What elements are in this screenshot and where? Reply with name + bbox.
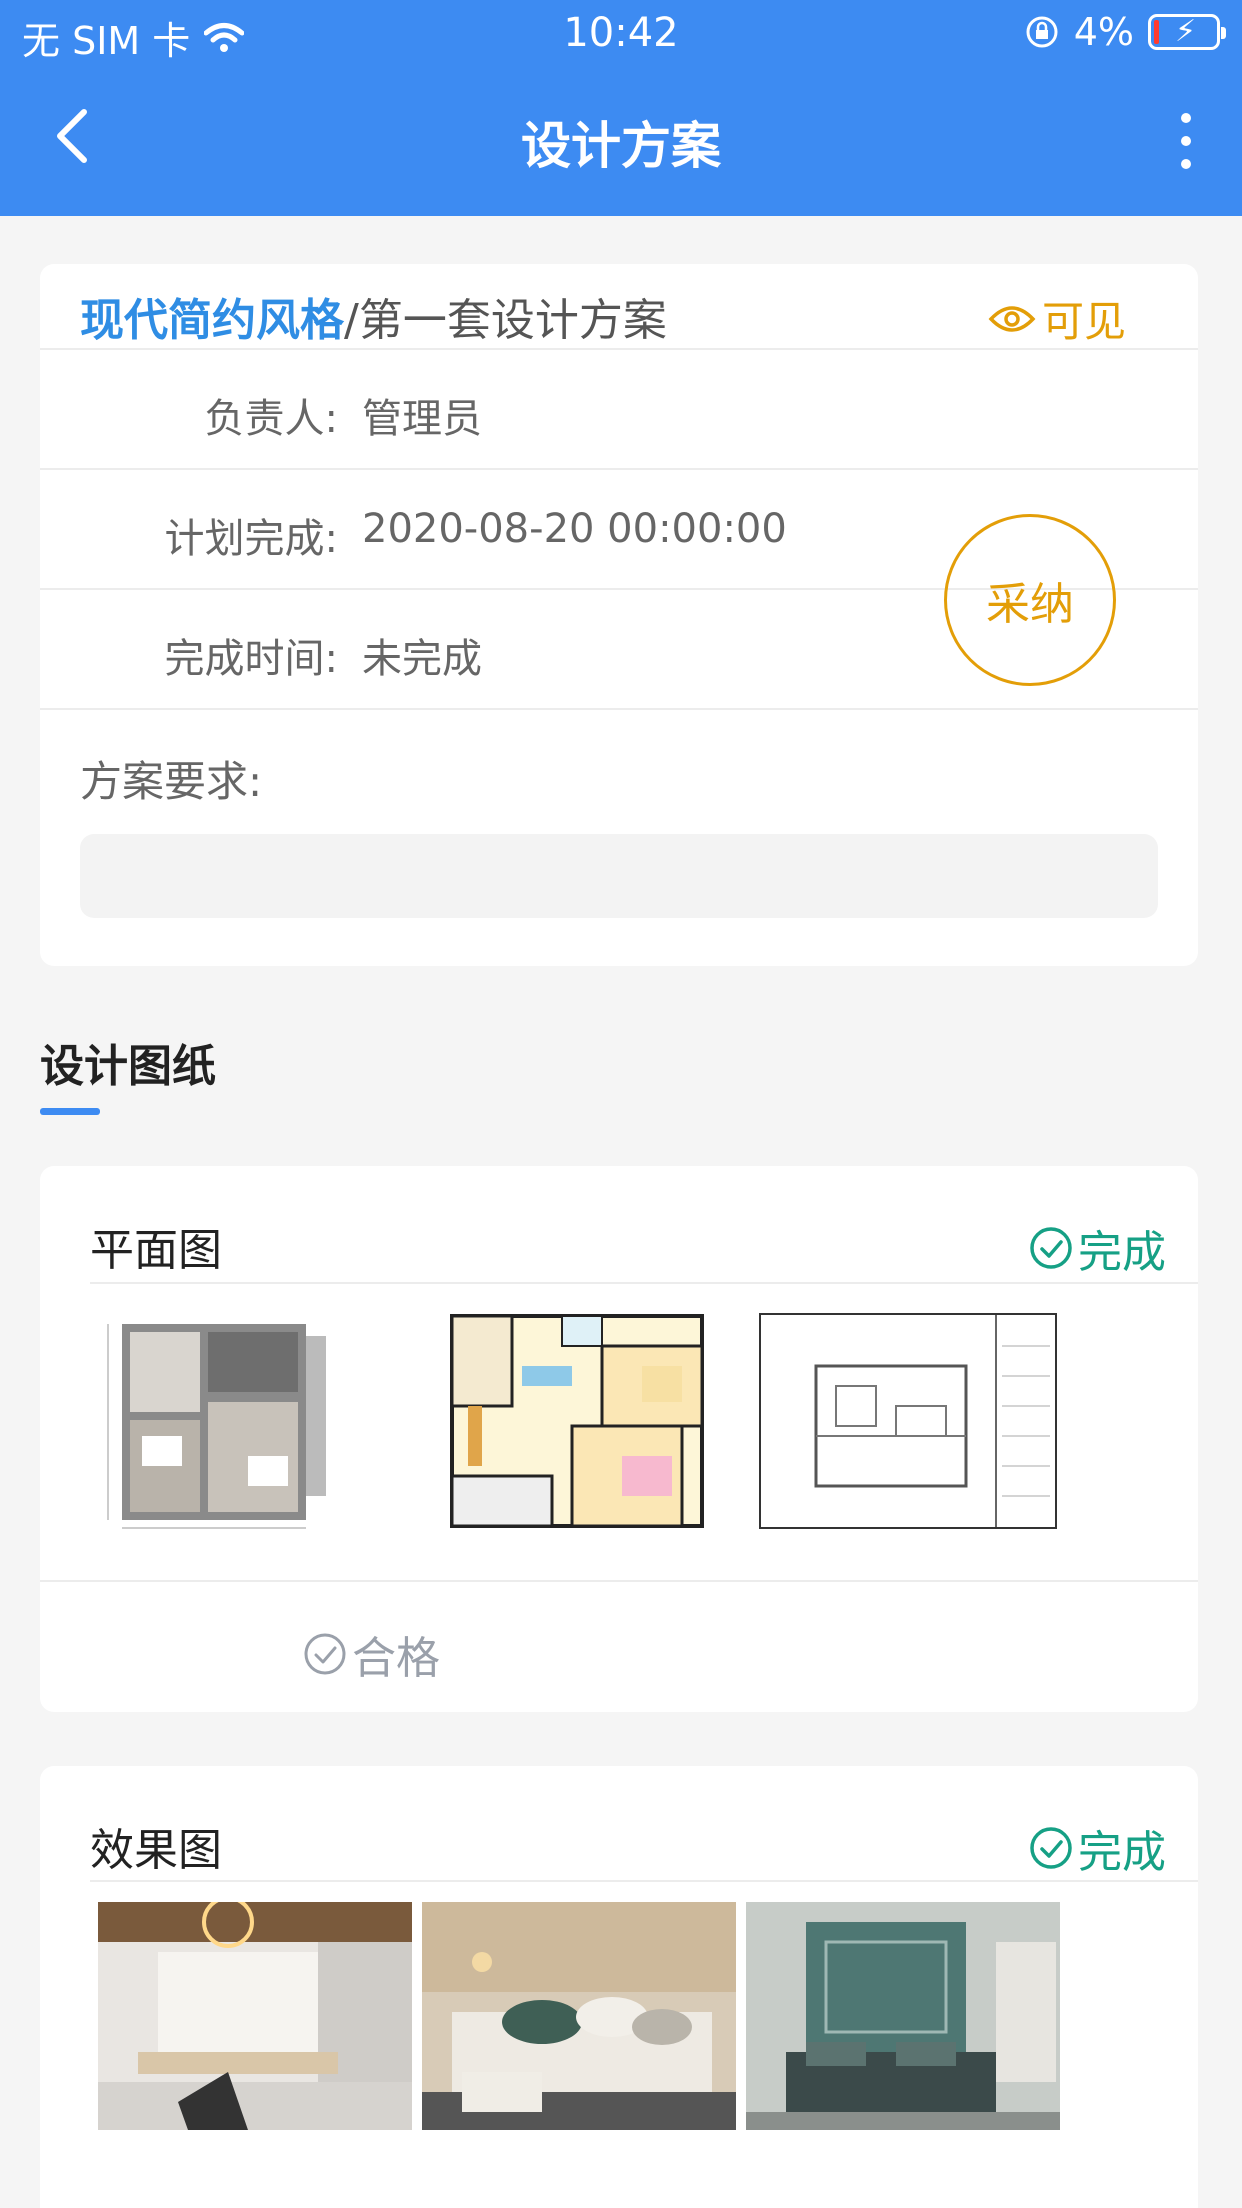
- inspection-row: 合格: [40, 1580, 1198, 1712]
- bedroom-render-thumbnail[interactable]: [422, 1902, 736, 2130]
- battery-percent: 4%: [1073, 10, 1134, 54]
- inspection-badge: 合格: [302, 1622, 440, 1686]
- check-circle-icon: [304, 1633, 346, 1675]
- section-title: 设计图纸: [40, 1041, 216, 1092]
- kitchen-render-thumbnail[interactable]: [98, 1902, 412, 2130]
- adopt-button[interactable]: 采纳: [944, 514, 1116, 686]
- drawing-card-floor-plan[interactable]: 平面图 完成 合格: [40, 1166, 1198, 1712]
- image-gallery: [98, 1306, 1060, 1534]
- app-header: 无 SIM 卡 10:42 4% ⚡ 设计方案: [0, 0, 1242, 216]
- info-row-owner: 负责人: 管理员: [204, 396, 482, 442]
- requirement-label: 方案要求:: [80, 757, 263, 806]
- section-underline: [40, 1108, 100, 1115]
- card-title: 效果图: [90, 1825, 222, 1876]
- requirement-content: [80, 834, 1158, 918]
- more-menu-icon[interactable]: [1166, 106, 1206, 176]
- divider: [90, 1880, 1198, 1882]
- status-badge: 完成: [1028, 1216, 1166, 1280]
- teal-bedroom-render-thumbnail[interactable]: [746, 1902, 1060, 2130]
- eye-icon: [988, 305, 1036, 332]
- navigation-bar: 设计方案: [0, 66, 1242, 216]
- image-gallery: [98, 1902, 1060, 2130]
- scheme-info-card: 现代简约风格/第一套设计方案 可见 负责人: 管理员 计划完成: 2020-08…: [40, 264, 1198, 966]
- drawing-card-rendering[interactable]: 效果图 完成: [40, 1766, 1198, 2208]
- scheme-title: 现代简约风格/第一套设计方案: [80, 295, 667, 346]
- check-circle-icon: [1030, 1227, 1072, 1269]
- divider: [90, 1282, 1198, 1284]
- page-title: 设计方案: [521, 117, 721, 175]
- visibility-toggle[interactable]: 可见: [988, 288, 1126, 349]
- scheme-style: 现代简约风格: [80, 295, 344, 346]
- check-circle-icon: [1030, 1827, 1072, 1869]
- rotation-lock-icon: [1026, 16, 1058, 48]
- status-bar: 无 SIM 卡 10:42 4% ⚡: [0, 0, 1242, 66]
- divider: [40, 708, 1198, 710]
- floor-plan-rendered-thumbnail[interactable]: [98, 1306, 412, 1534]
- visibility-label: 可见: [1041, 297, 1126, 346]
- floor-plan-cad-thumbnail[interactable]: [746, 1306, 1060, 1534]
- scheme-name: 第一套设计方案: [358, 295, 667, 346]
- card-title: 平面图: [90, 1225, 222, 1276]
- floor-plan-colored-thumbnail[interactable]: [422, 1306, 736, 1534]
- status-badge: 完成: [1028, 1816, 1166, 1880]
- battery-icon: ⚡: [1148, 14, 1226, 50]
